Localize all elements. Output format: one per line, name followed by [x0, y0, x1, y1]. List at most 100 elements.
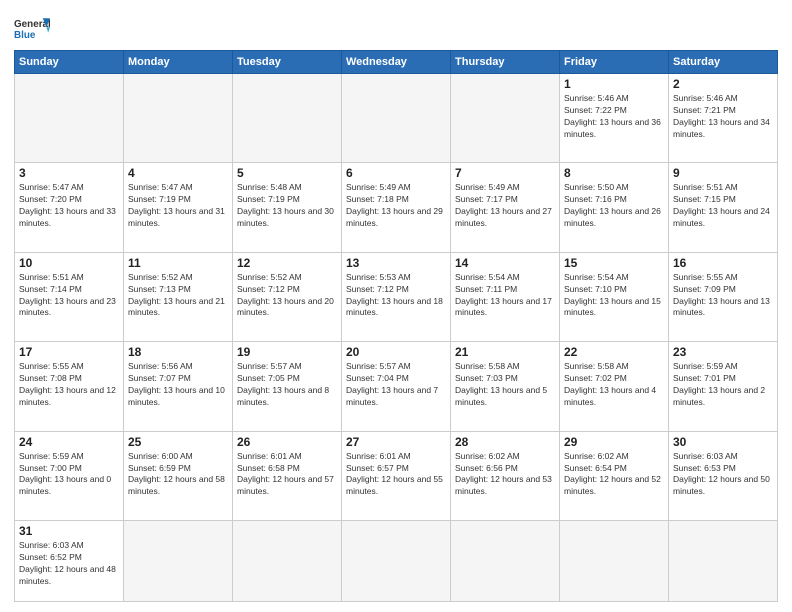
day-number: 21 [455, 345, 555, 359]
day-number: 29 [564, 435, 664, 449]
calendar-cell [342, 521, 451, 602]
generalblue-logo-icon: General Blue [14, 14, 50, 44]
weekday-header-thursday: Thursday [451, 51, 560, 74]
day-info: Sunrise: 5:54 AMSunset: 7:11 PMDaylight:… [455, 272, 555, 320]
day-number: 4 [128, 166, 228, 180]
calendar-week-row: 31 Sunrise: 6:03 AMSunset: 6:52 PMDayligh… [15, 521, 778, 602]
day-number: 7 [455, 166, 555, 180]
calendar-cell: 25 Sunrise: 6:00 AMSunset: 6:59 PMDayligh… [124, 431, 233, 520]
calendar-cell: 12Sunrise: 5:52 AMSunset: 7:12 PMDayligh… [233, 252, 342, 341]
day-number: 11 [128, 256, 228, 270]
day-number: 9 [673, 166, 773, 180]
calendar-cell: 31 Sunrise: 6:03 AMSunset: 6:52 PMDayligh… [15, 521, 124, 602]
day-info: Sunrise: 5:55 AMSunset: 7:09 PMDaylight:… [673, 272, 773, 320]
weekday-header-tuesday: Tuesday [233, 51, 342, 74]
day-number: 2 [673, 77, 773, 91]
day-number: 14 [455, 256, 555, 270]
day-info: Sunrise: 5:49 AMSunset: 7:18 PMDaylight:… [346, 182, 446, 230]
day-info: Sunrise: 5:55 AMSunset: 7:08 PMDaylight:… [19, 361, 119, 409]
day-info: Sunrise: 5:52 AMSunset: 7:13 PMDaylight:… [128, 272, 228, 320]
day-info: Sunrise: 5:58 AMSunset: 7:03 PMDaylight:… [455, 361, 555, 409]
calendar-cell [560, 521, 669, 602]
day-number: 25 [128, 435, 228, 449]
weekday-header-monday: Monday [124, 51, 233, 74]
calendar-cell [233, 521, 342, 602]
day-info: Sunrise: 5:47 AMSunset: 7:20 PMDaylight:… [19, 182, 119, 230]
calendar-cell [451, 521, 560, 602]
calendar-cell: 28 Sunrise: 6:02 AMSunset: 6:56 PMDayligh… [451, 431, 560, 520]
day-number: 20 [346, 345, 446, 359]
calendar-cell: 21 Sunrise: 5:58 AMSunset: 7:03 PMDayligh… [451, 342, 560, 431]
weekday-header-saturday: Saturday [669, 51, 778, 74]
day-number: 22 [564, 345, 664, 359]
day-number: 28 [455, 435, 555, 449]
calendar-cell: 9Sunrise: 5:51 AMSunset: 7:15 PMDaylight… [669, 163, 778, 252]
calendar-cell: 10Sunrise: 5:51 AMSunset: 7:14 PMDayligh… [15, 252, 124, 341]
calendar-cell: 20 Sunrise: 5:57 AMSunset: 7:04 PMDayligh… [342, 342, 451, 431]
calendar-cell [15, 74, 124, 163]
calendar-cell: 7 Sunrise: 5:49 AMSunset: 7:17 PMDaylight… [451, 163, 560, 252]
day-info: Sunrise: 6:03 AMSunset: 6:53 PMDaylight:… [673, 451, 773, 499]
day-number: 19 [237, 345, 337, 359]
day-number: 31 [19, 524, 119, 538]
day-info: Sunrise: 5:53 AMSunset: 7:12 PMDaylight:… [346, 272, 446, 320]
calendar-cell: 14 Sunrise: 5:54 AMSunset: 7:11 PMDayligh… [451, 252, 560, 341]
day-number: 27 [346, 435, 446, 449]
calendar-table: SundayMondayTuesdayWednesdayThursdayFrid… [14, 50, 778, 602]
weekday-header-friday: Friday [560, 51, 669, 74]
calendar-cell: 13 Sunrise: 5:53 AMSunset: 7:12 PMDayligh… [342, 252, 451, 341]
calendar-week-row: 24 Sunrise: 5:59 AMSunset: 7:00 PMDayligh… [15, 431, 778, 520]
day-info: Sunrise: 5:59 AMSunset: 7:00 PMDaylight:… [19, 451, 119, 499]
day-info: Sunrise: 6:00 AMSunset: 6:59 PMDaylight:… [128, 451, 228, 499]
calendar-cell: 3Sunrise: 5:47 AMSunset: 7:20 PMDaylight… [15, 163, 124, 252]
day-number: 24 [19, 435, 119, 449]
calendar-cell: 24 Sunrise: 5:59 AMSunset: 7:00 PMDayligh… [15, 431, 124, 520]
day-number: 26 [237, 435, 337, 449]
calendar-cell: 2Sunrise: 5:46 AMSunset: 7:21 PMDaylight… [669, 74, 778, 163]
calendar-cell [124, 74, 233, 163]
calendar-cell: 16 Sunrise: 5:55 AMSunset: 7:09 PMDayligh… [669, 252, 778, 341]
calendar-cell: 17Sunrise: 5:55 AMSunset: 7:08 PMDayligh… [15, 342, 124, 431]
day-info: Sunrise: 5:57 AMSunset: 7:04 PMDaylight:… [346, 361, 446, 409]
day-number: 1 [564, 77, 664, 91]
day-number: 5 [237, 166, 337, 180]
calendar-cell: 15Sunrise: 5:54 AMSunset: 7:10 PMDayligh… [560, 252, 669, 341]
calendar-cell: 27Sunrise: 6:01 AMSunset: 6:57 PMDayligh… [342, 431, 451, 520]
svg-text:Blue: Blue [14, 30, 36, 41]
day-number: 18 [128, 345, 228, 359]
calendar-header-row: SundayMondayTuesdayWednesdayThursdayFrid… [15, 51, 778, 74]
calendar-cell: 8 Sunrise: 5:50 AMSunset: 7:16 PMDaylight… [560, 163, 669, 252]
day-number: 15 [564, 256, 664, 270]
day-info: Sunrise: 6:02 AMSunset: 6:56 PMDaylight:… [455, 451, 555, 499]
day-number: 30 [673, 435, 773, 449]
calendar-week-row: 10Sunrise: 5:51 AMSunset: 7:14 PMDayligh… [15, 252, 778, 341]
day-info: Sunrise: 5:46 AMSunset: 7:22 PMDaylight:… [564, 93, 664, 141]
day-info: Sunrise: 5:50 AMSunset: 7:16 PMDaylight:… [564, 182, 664, 230]
calendar-cell: 6Sunrise: 5:49 AMSunset: 7:18 PMDaylight… [342, 163, 451, 252]
calendar-cell: 19Sunrise: 5:57 AMSunset: 7:05 PMDayligh… [233, 342, 342, 431]
day-info: Sunrise: 5:58 AMSunset: 7:02 PMDaylight:… [564, 361, 664, 409]
day-number: 23 [673, 345, 773, 359]
day-info: Sunrise: 6:03 AMSunset: 6:52 PMDaylight:… [19, 540, 119, 588]
calendar-cell: 18Sunrise: 5:56 AMSunset: 7:07 PMDayligh… [124, 342, 233, 431]
day-info: Sunrise: 5:49 AMSunset: 7:17 PMDaylight:… [455, 182, 555, 230]
page: General Blue SundayMondayTuesdayWednesda… [0, 0, 792, 612]
day-info: Sunrise: 6:01 AMSunset: 6:58 PMDaylight:… [237, 451, 337, 499]
calendar-week-row: 1 Sunrise: 5:46 AMSunset: 7:22 PMDaylight… [15, 74, 778, 163]
day-info: Sunrise: 6:02 AMSunset: 6:54 PMDaylight:… [564, 451, 664, 499]
calendar-cell: 1 Sunrise: 5:46 AMSunset: 7:22 PMDaylight… [560, 74, 669, 163]
calendar-week-row: 17Sunrise: 5:55 AMSunset: 7:08 PMDayligh… [15, 342, 778, 431]
weekday-header-wednesday: Wednesday [342, 51, 451, 74]
day-number: 13 [346, 256, 446, 270]
day-number: 8 [564, 166, 664, 180]
day-number: 12 [237, 256, 337, 270]
calendar-cell [669, 521, 778, 602]
calendar-week-row: 3Sunrise: 5:47 AMSunset: 7:20 PMDaylight… [15, 163, 778, 252]
day-info: Sunrise: 5:47 AMSunset: 7:19 PMDaylight:… [128, 182, 228, 230]
day-number: 10 [19, 256, 119, 270]
day-info: Sunrise: 5:48 AMSunset: 7:19 PMDaylight:… [237, 182, 337, 230]
calendar-cell [342, 74, 451, 163]
day-number: 16 [673, 256, 773, 270]
calendar-cell: 5 Sunrise: 5:48 AMSunset: 7:19 PMDaylight… [233, 163, 342, 252]
calendar-cell: 22 Sunrise: 5:58 AMSunset: 7:02 PMDayligh… [560, 342, 669, 431]
